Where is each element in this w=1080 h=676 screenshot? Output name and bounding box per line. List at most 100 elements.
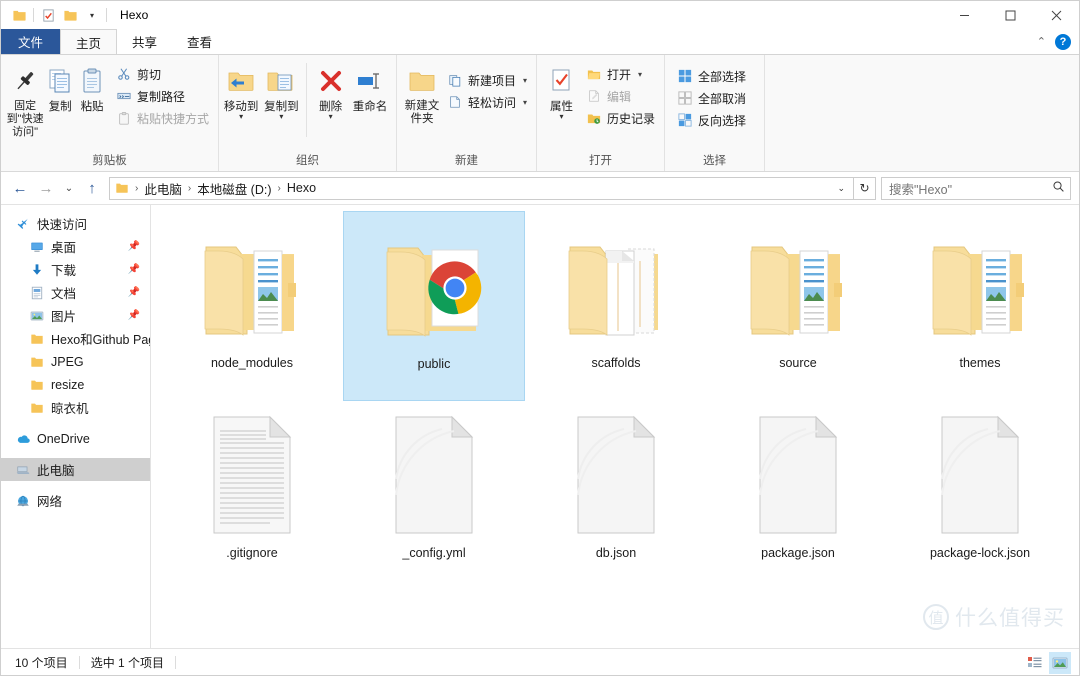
- copy-path-label: 复制路径: [137, 89, 186, 104]
- select-none-label: 全部取消: [698, 91, 747, 106]
- file-item-db-json[interactable]: db.json: [525, 401, 707, 591]
- collapse-ribbon-icon[interactable]: ⌃: [1037, 35, 1046, 48]
- search-icon[interactable]: [1052, 180, 1065, 196]
- refresh-button[interactable]: ↻: [854, 176, 876, 200]
- invert-selection-button[interactable]: 反向选择: [673, 109, 750, 131]
- tab-file[interactable]: 文件: [1, 29, 61, 54]
- large-icons-view-button[interactable]: [1049, 651, 1071, 674]
- delete-button[interactable]: 删除 ▾: [312, 61, 349, 121]
- move-to-caret-icon[interactable]: ▾: [239, 113, 243, 121]
- breadcrumb-sep-2[interactable]: ›: [275, 183, 284, 194]
- copy-icon: [46, 64, 74, 98]
- easy-access-caret-icon[interactable]: ▾: [523, 98, 527, 107]
- pin-icon[interactable]: 📌: [128, 310, 140, 321]
- paste-button[interactable]: 粘贴: [76, 61, 108, 114]
- sidebar-item-downloads[interactable]: 下载 📌: [1, 258, 150, 281]
- select-all-button[interactable]: 全部选择: [673, 65, 750, 87]
- rename-button[interactable]: 重命名: [349, 61, 391, 114]
- file-item-config-yml[interactable]: _config.yml: [343, 401, 525, 591]
- new-small-commands: 新建项目 ▾ 轻松访问 ▾: [443, 61, 531, 113]
- copy-to-button[interactable]: 复制到 ▾: [261, 61, 301, 121]
- qat-dropdown-button[interactable]: ▾: [81, 4, 103, 26]
- qat-new-folder-icon[interactable]: [59, 4, 81, 26]
- minimize-button[interactable]: [941, 1, 987, 29]
- copy-button[interactable]: 复制: [44, 61, 76, 114]
- ribbon-group-select: 全部选择 全部取消 反向选择 选择: [665, 55, 765, 171]
- tab-share[interactable]: 共享: [117, 29, 172, 54]
- select-none-icon: [677, 90, 693, 106]
- forward-icon: →: [38, 179, 54, 197]
- sidebar-item-network[interactable]: 网络: [1, 489, 150, 512]
- pin-to-quick-access-button[interactable]: 固定到"快速访问": [6, 61, 44, 139]
- breadcrumb-item-hexo[interactable]: Hexo: [284, 181, 319, 195]
- address-dropdown-icon[interactable]: ⌄: [831, 183, 851, 194]
- paste-shortcut-button[interactable]: 粘贴快捷方式: [112, 107, 213, 129]
- sidebar-item-desktop[interactable]: 桌面 📌: [1, 235, 150, 258]
- cut-button[interactable]: 剪切: [112, 63, 213, 85]
- select-none-button[interactable]: 全部取消: [673, 87, 750, 109]
- new-folder-button[interactable]: 新建文件夹: [403, 61, 441, 126]
- breadcrumb-item-this-pc[interactable]: 此电脑: [141, 179, 185, 198]
- pin-icon[interactable]: 📌: [128, 264, 140, 275]
- folder-icon: [29, 377, 45, 393]
- open-caret-icon[interactable]: ▾: [638, 70, 642, 79]
- pin-icon[interactable]: 📌: [128, 287, 140, 298]
- move-to-button[interactable]: 移动到 ▾: [221, 61, 261, 121]
- file-item-source[interactable]: source: [707, 211, 889, 401]
- sidebar-item-this-pc[interactable]: 此电脑: [1, 458, 150, 481]
- up-button[interactable]: ↑: [79, 176, 105, 200]
- file-item-package-lock-json[interactable]: package-lock.json: [889, 401, 1071, 591]
- tab-view[interactable]: 查看: [172, 29, 227, 54]
- file-item-public[interactable]: public: [343, 211, 525, 401]
- sidebar-item-hexo-github-pages[interactable]: Hexo和Github Pag: [1, 327, 150, 350]
- qat-folder-icon[interactable]: [8, 4, 30, 26]
- help-icon[interactable]: ?: [1055, 33, 1071, 50]
- file-name: public: [417, 357, 451, 371]
- back-button[interactable]: ←: [7, 176, 33, 200]
- file-item-node-modules[interactable]: node_modules: [161, 211, 343, 401]
- easy-access-button[interactable]: 轻松访问 ▾: [443, 91, 531, 113]
- qat-properties-icon[interactable]: [37, 4, 59, 26]
- sidebar-item-jpeg[interactable]: JPEG: [1, 350, 150, 373]
- details-view-button[interactable]: [1024, 652, 1046, 674]
- ribbon-group-select-title: 选择: [703, 155, 726, 167]
- file-list-view[interactable]: node_modules public scaffolds source the…: [151, 205, 1079, 648]
- copy-to-caret-icon[interactable]: ▾: [279, 113, 283, 121]
- ribbon-tabstrip: 文件 主页 共享 查看 ⌃ ?: [1, 29, 1079, 54]
- sidebar-item-documents[interactable]: 文档 📌: [1, 281, 150, 304]
- maximize-button[interactable]: [987, 1, 1033, 29]
- recent-locations-button[interactable]: ⌄: [59, 176, 79, 200]
- ribbon-group-clipboard: 固定到"快速访问" 复制 粘贴 剪切 复制路径 粘贴快捷方式 剪贴板: [1, 55, 219, 171]
- paste-label: 粘贴: [80, 101, 104, 113]
- window-title: Hexo: [120, 8, 149, 22]
- file-item-scaffolds[interactable]: scaffolds: [525, 211, 707, 401]
- pin-icon[interactable]: 📌: [128, 241, 140, 252]
- open-button[interactable]: 打开 ▾: [582, 63, 659, 85]
- delete-caret-icon[interactable]: ▾: [329, 113, 333, 121]
- sidebar-item-pictures[interactable]: 图片 📌: [1, 304, 150, 327]
- file-explorer-window: ▾ Hexo 文件 主页 共享 查看 ⌃ ? 固定到"快速访问" 复制 粘贴 剪…: [0, 0, 1080, 676]
- tab-home[interactable]: 主页: [60, 29, 118, 54]
- close-button[interactable]: [1033, 1, 1079, 29]
- sidebar-item-clothes-dryer[interactable]: 晾衣机: [1, 396, 150, 419]
- breadcrumb-item-drive-d[interactable]: 本地磁盘 (D:): [194, 179, 274, 198]
- edit-button[interactable]: 编辑: [582, 85, 659, 107]
- breadcrumb-sep-1[interactable]: ›: [185, 183, 194, 194]
- breadcrumb[interactable]: › 此电脑 › 本地磁盘 (D:) › Hexo ⌄: [109, 176, 854, 200]
- new-item-caret-icon[interactable]: ▾: [523, 76, 527, 85]
- sidebar-item-resize[interactable]: resize: [1, 373, 150, 396]
- properties-button[interactable]: 属性 ▾: [543, 61, 580, 121]
- forward-button[interactable]: →: [33, 176, 59, 200]
- new-item-button[interactable]: 新建项目 ▾: [443, 69, 531, 91]
- search-input[interactable]: 搜索"Hexo": [881, 176, 1071, 200]
- sidebar-item-onedrive[interactable]: OneDrive: [1, 427, 150, 450]
- file-item-package-json[interactable]: package.json: [707, 401, 889, 591]
- file-item-themes[interactable]: themes: [889, 211, 1071, 401]
- copy-path-button[interactable]: 复制路径: [112, 85, 213, 107]
- chevron-down-icon: ⌄: [64, 182, 74, 194]
- properties-caret-icon[interactable]: ▾: [559, 113, 563, 121]
- sidebar-item-quick-access[interactable]: 快速访问: [1, 212, 150, 235]
- file-item-gitignore[interactable]: .gitignore: [161, 401, 343, 591]
- history-button[interactable]: 历史记录: [582, 107, 659, 129]
- ribbon: 固定到"快速访问" 复制 粘贴 剪切 复制路径 粘贴快捷方式 剪贴板 移动到 ▾…: [1, 54, 1079, 172]
